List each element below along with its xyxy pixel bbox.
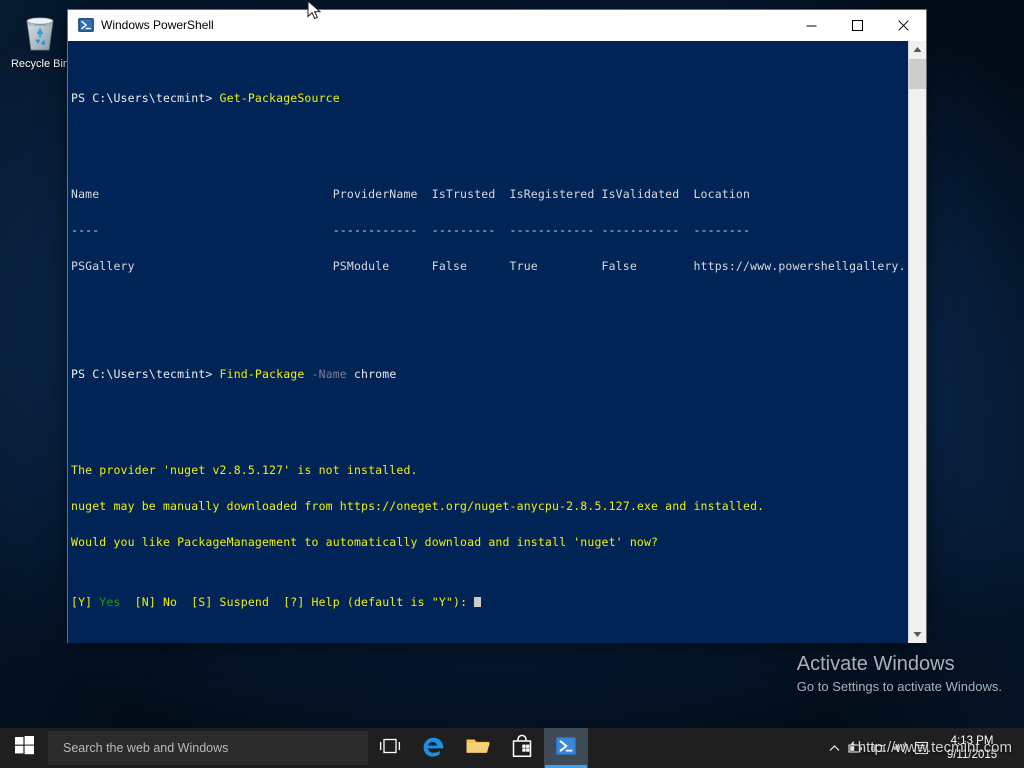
system-tray[interactable]: 4:13 PM 9/11/2015 [823,728,1024,768]
powershell-icon [555,735,577,762]
console-warning-line: Would you like PackageManagement to auto… [71,536,908,548]
console-line: PS C:\Users\tecmint> Find-Package -Name … [71,368,908,380]
console-output[interactable]: PS C:\Users\tecmint> Get-PackageSource N… [68,41,908,643]
console-table-row: PSGallery PSModule False True False http… [71,260,908,272]
folder-icon [465,735,491,762]
choice-suffix: [N] No [S] Suspend [?] Help (default is … [121,595,475,609]
console-body[interactable]: PS C:\Users\tecmint> Get-PackageSource N… [68,41,926,643]
choice-prefix: [Y] [71,595,99,609]
console-warning-line: nuget may be manually downloaded from ht… [71,500,908,512]
console-blank-line [71,416,908,428]
taskbar-button-microsoft-store[interactable] [500,728,544,768]
edge-icon [421,733,447,764]
start-button[interactable] [0,728,48,768]
search-input[interactable]: Search the web and Windows [48,731,368,765]
console-blank-line [71,308,908,320]
taskbar-button-file-explorer[interactable] [456,728,500,768]
window-title: Windows PowerShell [101,18,788,32]
choice-default-highlight: Yes [99,595,120,609]
console-command: Get-PackageSource [220,91,340,105]
search-placeholder: Search the web and Windows [48,741,228,755]
console-argument: chrome [347,367,397,381]
network-icon[interactable] [867,741,889,755]
activate-windows-watermark: Activate Windows Go to Settings to activ… [797,651,1002,696]
console-warning-line: The provider 'nuget v2.8.5.127' is not i… [71,464,908,476]
desktop-icon-recycle-bin[interactable]: Recycle Bin [8,8,72,71]
maximize-button[interactable] [834,10,880,40]
clock-date: 9/11/2015 [935,748,1009,762]
store-icon [511,734,533,763]
powershell-icon [78,17,94,33]
recycle-bin-icon [8,8,72,56]
console-scrollbar[interactable] [908,41,926,643]
console-table-header: Name ProviderName IsTrusted IsRegistered… [71,188,908,200]
taskbar-button-windows-powershell[interactable] [544,728,588,768]
taskbar-button-task-view[interactable] [368,728,412,768]
console-command: Find-Package [220,367,305,381]
desktop-icon-label: Recycle Bin [8,58,72,71]
volume-icon[interactable] [889,741,911,755]
scroll-up-arrow-icon[interactable] [909,41,926,58]
console-choice-prompt[interactable]: [Y] Yes [N] No [S] Suspend [?] Help (def… [71,596,908,608]
console-parameter: -Name [304,367,346,381]
taskbar-button-microsoft-edge[interactable] [412,728,456,768]
activate-windows-subtitle: Go to Settings to activate Windows. [797,678,1002,696]
minimize-button[interactable] [788,10,834,40]
console-prompt: PS C:\Users\tecmint> [71,91,220,105]
taskbar-clock[interactable]: 4:13 PM 9/11/2015 [931,734,1013,762]
close-button[interactable] [880,10,926,40]
console-table-rule: ---- ------------ --------- ------------… [71,224,908,236]
scrollbar-thumb[interactable] [909,59,926,89]
action-center-icon[interactable] [911,741,931,755]
powershell-window[interactable]: Windows PowerShell PS C [68,10,926,642]
desktop[interactable]: Recycle Bin Windows PowerShell [0,0,1024,768]
window-titlebar[interactable]: Windows PowerShell [68,10,926,41]
text-cursor [474,597,481,607]
taskbar-spacer [588,728,823,768]
clock-time: 4:13 PM [935,734,1009,748]
battery-icon[interactable] [845,741,867,755]
tray-overflow-button[interactable] [823,744,845,753]
console-prompt: PS C:\Users\tecmint> [71,367,220,381]
task-view-icon [379,737,401,760]
console-line: PS C:\Users\tecmint> Get-PackageSource [71,92,908,104]
activate-windows-title: Activate Windows [797,651,1002,677]
scroll-down-arrow-icon[interactable] [909,626,926,643]
taskbar[interactable]: Search the web and Windows [0,728,1024,768]
console-blank-line [71,140,908,152]
windows-logo-icon [15,736,34,760]
